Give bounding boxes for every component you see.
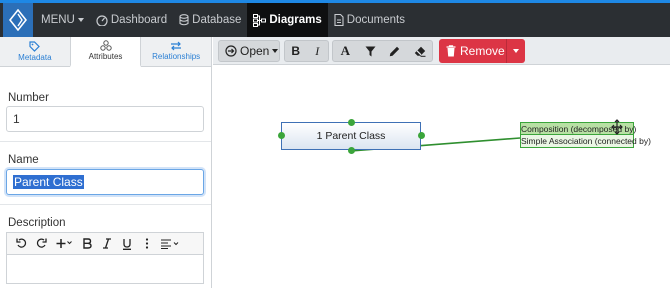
name-label: Name xyxy=(8,154,39,166)
font-label: A xyxy=(340,43,351,58)
eraser-icon xyxy=(414,46,426,57)
number-value: 1 xyxy=(13,112,20,126)
description-label: Description xyxy=(8,217,66,229)
class-node-label: 1 Parent Class xyxy=(316,130,386,142)
font-button[interactable]: A xyxy=(333,41,358,61)
nav-database[interactable]: Database xyxy=(173,3,247,37)
menu-button[interactable]: MENU xyxy=(35,3,90,37)
resize-handle-bottom[interactable] xyxy=(348,147,355,154)
app-logo[interactable] xyxy=(3,3,33,37)
move-cursor-icon xyxy=(611,119,623,135)
undo-icon xyxy=(15,238,26,248)
menu-item-simple-association[interactable]: Simple Association (connected by) xyxy=(521,135,651,147)
text-style-group: B I xyxy=(284,40,329,62)
remove-dropdown-toggle[interactable] xyxy=(507,49,525,53)
document-icon xyxy=(334,14,344,26)
nav-diagrams-label: Diagrams xyxy=(269,14,322,26)
open-arrow-icon xyxy=(225,45,237,57)
relationships-icon xyxy=(171,41,182,51)
insert-button[interactable] xyxy=(51,234,77,254)
vertical-dots-icon xyxy=(145,238,149,249)
description-editor[interactable] xyxy=(6,254,204,284)
italic-button[interactable]: I xyxy=(307,41,329,61)
description-toolbar xyxy=(6,232,204,254)
resize-handle-left[interactable] xyxy=(278,132,285,139)
underline-button[interactable] xyxy=(117,234,137,254)
number-label: Number xyxy=(8,92,49,104)
chevron-down-icon xyxy=(77,18,84,22)
more-button[interactable] xyxy=(137,234,157,254)
connector-layer xyxy=(350,137,521,152)
filter-icon xyxy=(365,46,376,56)
align-button[interactable] xyxy=(157,234,183,254)
divider xyxy=(0,204,211,205)
class-node[interactable]: 1 Parent Class xyxy=(281,122,421,150)
plus-icon xyxy=(56,239,72,248)
nav-dashboard[interactable]: Dashboard xyxy=(90,3,173,37)
remove-button-group: Remove xyxy=(439,39,525,63)
remove-label: Remove xyxy=(460,44,505,58)
diagram-toolbar: Open B I A Remove xyxy=(213,37,670,65)
attributes-icon xyxy=(99,40,112,51)
pencil-button[interactable] xyxy=(383,41,408,61)
open-label: Open xyxy=(240,44,270,58)
bold-button[interactable] xyxy=(77,234,97,254)
bold-label: B xyxy=(291,44,301,58)
name-value: Parent Class xyxy=(13,175,84,189)
filter-button[interactable] xyxy=(358,41,383,61)
panel-tabs: Metadata Attributes Relationships xyxy=(0,37,211,67)
bold-icon xyxy=(83,238,92,249)
name-field[interactable]: Parent Class xyxy=(6,169,204,195)
tab-attributes[interactable]: Attributes xyxy=(69,37,142,67)
align-left-icon xyxy=(161,238,179,249)
tag-icon xyxy=(29,40,41,52)
trash-icon xyxy=(446,45,456,57)
tab-metadata-label: Metadata xyxy=(18,52,52,62)
open-button[interactable]: Open xyxy=(218,40,280,62)
menu-item-simple-association-label: Simple Association (connected by) xyxy=(521,136,651,146)
remove-button[interactable]: Remove xyxy=(439,39,507,63)
resize-handle-top[interactable] xyxy=(348,119,355,126)
nav-dashboard-label: Dashboard xyxy=(110,14,168,26)
resize-handle-right[interactable] xyxy=(418,132,425,139)
pencil-icon xyxy=(390,46,400,56)
nav-documents[interactable]: Documents xyxy=(328,3,411,37)
underline-icon xyxy=(123,238,131,250)
nav-diagrams[interactable]: Diagrams xyxy=(247,3,328,37)
top-nav: MENU Dashboard Database Diagrams Documen… xyxy=(0,0,670,37)
redo-button[interactable] xyxy=(31,234,51,254)
chevron-down-icon xyxy=(272,49,279,53)
number-field[interactable]: 1 xyxy=(6,106,204,132)
tab-attributes-label: Attributes xyxy=(88,52,123,62)
diagram-icon xyxy=(253,13,267,27)
italic-icon xyxy=(103,238,111,249)
nav-documents-label: Documents xyxy=(346,14,405,26)
eraser-button[interactable] xyxy=(407,41,432,61)
italic-button[interactable] xyxy=(97,234,117,254)
menu-label: MENU xyxy=(41,14,75,26)
format-group: A xyxy=(332,40,433,62)
database-icon xyxy=(179,14,189,26)
tab-relationships[interactable]: Relationships xyxy=(141,37,211,66)
tab-metadata[interactable]: Metadata xyxy=(0,37,70,66)
chevron-down-icon xyxy=(513,49,519,53)
undo-button[interactable] xyxy=(11,234,31,254)
redo-icon xyxy=(36,238,47,248)
tab-relationships-label: Relationships xyxy=(152,52,201,62)
nav-database-label: Database xyxy=(192,14,242,26)
diagram-canvas[interactable]: 1 Parent Class Composition (decomposed b… xyxy=(213,66,670,288)
divider xyxy=(0,141,211,142)
bold-button[interactable]: B xyxy=(285,41,307,61)
dashboard-icon xyxy=(96,15,108,26)
italic-label: I xyxy=(315,43,320,58)
